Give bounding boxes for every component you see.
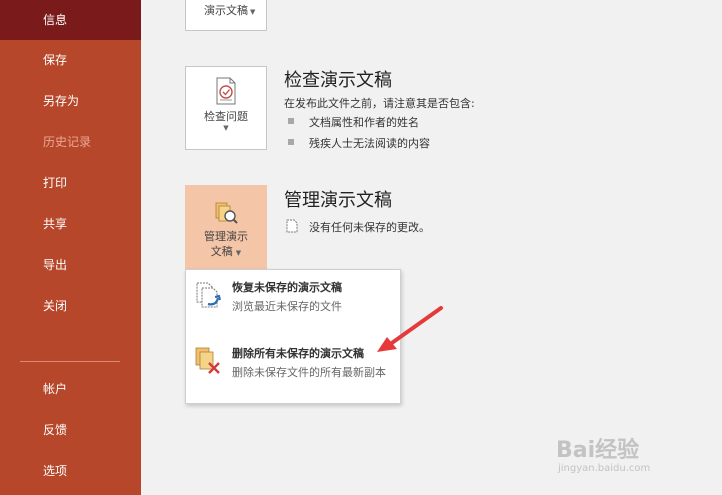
manage-title: 管理演示文稿 <box>284 190 392 211</box>
delete-versions-icon <box>195 347 220 374</box>
backstage-sidebar: 信息 保存 另存为 历史记录 打印 共享 导出 关闭 帐户 反馈 选项 <box>0 0 141 495</box>
manage-presentation-button[interactable]: 管理演示 文稿 ▼ <box>185 185 267 269</box>
watermark-logo: Bai经验 <box>556 438 640 463</box>
sidebar-item-history: 历史记录 <box>0 122 141 162</box>
inspect-document-icon <box>216 77 236 105</box>
sidebar-item-label: 帐户 <box>43 382 68 396</box>
sidebar-item-label: 共享 <box>43 217 68 231</box>
sidebar-item-label: 保存 <box>43 53 68 67</box>
sidebar-item-feedback[interactable]: 反馈 <box>0 410 141 450</box>
document-icon <box>286 219 298 233</box>
sidebar-item-label: 历史记录 <box>43 135 92 149</box>
inspect-title: 检查演示文稿 <box>284 70 392 91</box>
chevron-down-icon: ▼ <box>235 249 242 257</box>
sidebar-item-label: 另存为 <box>43 94 80 108</box>
menu-item-title: 删除所有未保存的演示文稿 <box>232 347 364 360</box>
sidebar-item-label: 信息 <box>43 13 68 27</box>
bullet-icon <box>288 118 294 124</box>
bullet-icon <box>288 139 294 145</box>
menu-item-recover-unsaved[interactable]: 恢复未保存的演示文稿 浏览最近未保存的文件 <box>186 270 400 332</box>
button-label: 检查问题 <box>204 110 248 123</box>
sidebar-item-options[interactable]: 选项 <box>0 451 141 491</box>
sidebar-item-label: 关闭 <box>43 299 68 313</box>
check-issues-button[interactable]: 检查问题 ▼ <box>185 66 267 150</box>
watermark-url: jingyan.baidu.com <box>558 463 651 474</box>
button-label: 管理演示 <box>204 230 248 243</box>
chevron-down-icon: ▼ <box>250 8 256 16</box>
menu-item-title: 恢复未保存的演示文稿 <box>232 281 342 294</box>
sidebar-item-share[interactable]: 共享 <box>0 204 141 244</box>
sidebar-item-label: 导出 <box>43 258 68 272</box>
inspect-intro: 在发布此文件之前，请注意其是否包含: <box>284 97 475 110</box>
menu-item-desc: 浏览最近未保存的文件 <box>232 300 342 313</box>
sidebar-item-label: 反馈 <box>43 423 68 437</box>
sidebar-item-label: 选项 <box>43 464 68 478</box>
menu-item-desc: 删除未保存文件的所有最新副本 <box>232 366 386 379</box>
sidebar-item-label: 打印 <box>43 176 68 190</box>
sidebar-item-print[interactable]: 打印 <box>0 163 141 203</box>
sidebar-divider <box>20 361 120 362</box>
recover-file-icon <box>196 282 221 308</box>
sidebar-item-info[interactable]: 信息 <box>0 0 141 40</box>
manage-status: 没有任何未保存的更改。 <box>309 221 430 234</box>
manage-dropdown-menu: 恢复未保存的演示文稿 浏览最近未保存的文件 删除所有未保存的演示文稿 删除未保存… <box>185 269 401 404</box>
menu-item-delete-unsaved[interactable]: 删除所有未保存的演示文稿 删除未保存文件的所有最新副本 <box>186 336 400 404</box>
sidebar-item-save[interactable]: 保存 <box>0 40 141 80</box>
sidebar-item-account[interactable]: 帐户 <box>0 369 141 409</box>
inspect-bullet: 残疾人士无法阅读的内容 <box>309 137 430 150</box>
inspect-bullet: 文档属性和作者的姓名 <box>309 116 419 129</box>
annotation-arrow-icon <box>377 306 443 352</box>
sidebar-item-export[interactable]: 导出 <box>0 245 141 285</box>
sidebar-item-save-as[interactable]: 另存为 <box>0 81 141 121</box>
chevron-down-icon: ▼ <box>223 124 229 132</box>
button-label: 文稿 <box>210 245 233 258</box>
manage-versions-icon <box>215 202 238 224</box>
sidebar-item-close[interactable]: 关闭 <box>0 286 141 326</box>
